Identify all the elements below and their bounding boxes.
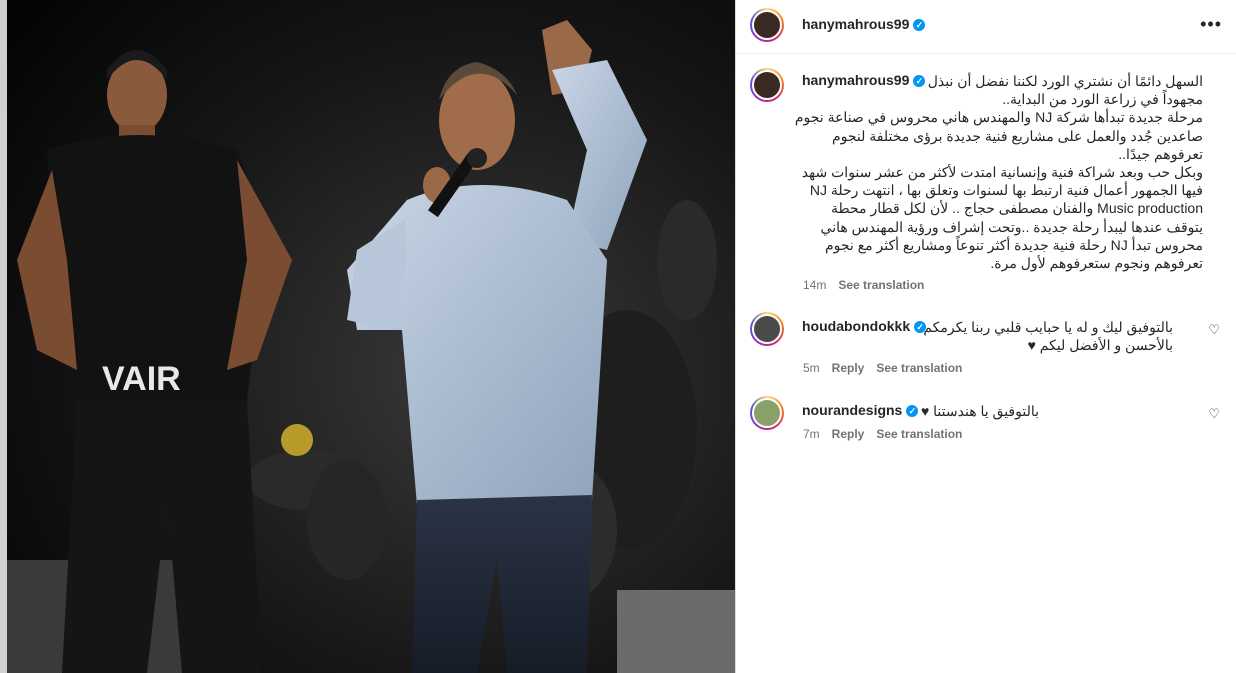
reply-button[interactable]: Reply bbox=[832, 427, 865, 441]
author-username-text[interactable]: hanymahrous99 bbox=[802, 16, 909, 32]
like-comment-heart-icon[interactable]: ♡ bbox=[1208, 322, 1220, 338]
author-avatar[interactable] bbox=[750, 8, 784, 42]
comment-line: بالأحسن و الأفضل ليكم ♥ bbox=[1027, 337, 1173, 354]
window-edge bbox=[0, 0, 7, 673]
post-side-panel: hanymahrous99 ✓ ••• hanymahrous99 ✓ السهل … bbox=[735, 0, 1236, 673]
see-translation-link[interactable]: See translation bbox=[876, 427, 962, 441]
comment-line: بالتوفيق يا هندستنا ♥ bbox=[920, 403, 1039, 419]
concert-photo-illustration: VAIR bbox=[7, 0, 735, 673]
caption-time: 14m bbox=[803, 278, 827, 292]
instagram-post-window: VAIR hanymahrous99 ✓ ••• hanymahrous99 ✓… bbox=[0, 0, 1236, 673]
comment-meta: 5m Reply See translation bbox=[803, 361, 974, 375]
caption-line: فيها الجمهور أعمال فنية ارتبط بها لسنوات… bbox=[809, 182, 1203, 199]
comment-avatar[interactable] bbox=[750, 396, 784, 430]
comment-meta: 7m Reply See translation bbox=[803, 427, 974, 441]
verified-icon: ✓ bbox=[913, 19, 926, 31]
caption-line: Music production والفنان مصطفى حجاج .. ل… bbox=[831, 200, 1203, 217]
caption-line: تعرفوهم جيدًا.. bbox=[1118, 145, 1203, 162]
caption-line: محروس تبدأ NJ رحلة فنية جديدة أكثر تنوعا… bbox=[824, 236, 1203, 253]
caption-line: مجهوداً في زراعة الورد من البداية.. bbox=[1002, 91, 1203, 108]
more-options-icon[interactable]: ••• bbox=[1200, 14, 1222, 35]
caption-line: السهل دائمًا أن نشتري الورد لكننا نفضل أ… bbox=[927, 73, 1203, 89]
caption-line: تعرفوهم ونجوم ستعرفوهم لأول مرة. bbox=[990, 255, 1203, 272]
comment-line: بالتوفيق ليك و له يا حبايب قلبي ربنا يكر… bbox=[923, 319, 1173, 335]
comment-text: بالتوفيق ليك و له يا حبايب قلبي ربنا يكر… bbox=[803, 318, 1173, 354]
caption-author-avatar[interactable] bbox=[750, 68, 784, 102]
caption-line: يتوقف عندها ليبدأ رحلة جديدة ..وتحت إشرا… bbox=[820, 218, 1203, 235]
caption-meta: 14m See translation bbox=[803, 278, 936, 292]
caption-line: وبكل حب وبعد شراكة فنية وإنسانية امتدت ل… bbox=[801, 164, 1203, 181]
caption-text: السهل دائمًا أن نشتري الورد لكننا نفضل أ… bbox=[794, 72, 1203, 272]
author-username[interactable]: hanymahrous99 ✓ bbox=[802, 16, 926, 32]
post-header: hanymahrous99 ✓ ••• bbox=[736, 0, 1236, 54]
caption-line: مرحلة جديدة تبدأها شركة NJ والمهندس هاني… bbox=[794, 109, 1203, 126]
comment-time: 7m bbox=[803, 427, 820, 441]
see-translation-link[interactable]: See translation bbox=[876, 361, 962, 375]
see-translation-link[interactable]: See translation bbox=[838, 278, 924, 292]
like-comment-heart-icon[interactable]: ♡ bbox=[1208, 406, 1220, 422]
post-photo[interactable]: VAIR bbox=[7, 0, 735, 673]
reply-button[interactable]: Reply bbox=[832, 361, 865, 375]
svg-text:VAIR: VAIR bbox=[102, 360, 181, 398]
comment-text: بالتوفيق يا هندستنا ♥ bbox=[803, 402, 1039, 420]
comment-time: 5m bbox=[803, 361, 820, 375]
caption-line: صاعدين جُدد والعمل على مشاريع فنية جديدة… bbox=[831, 127, 1203, 144]
comment-avatar[interactable] bbox=[750, 312, 784, 346]
